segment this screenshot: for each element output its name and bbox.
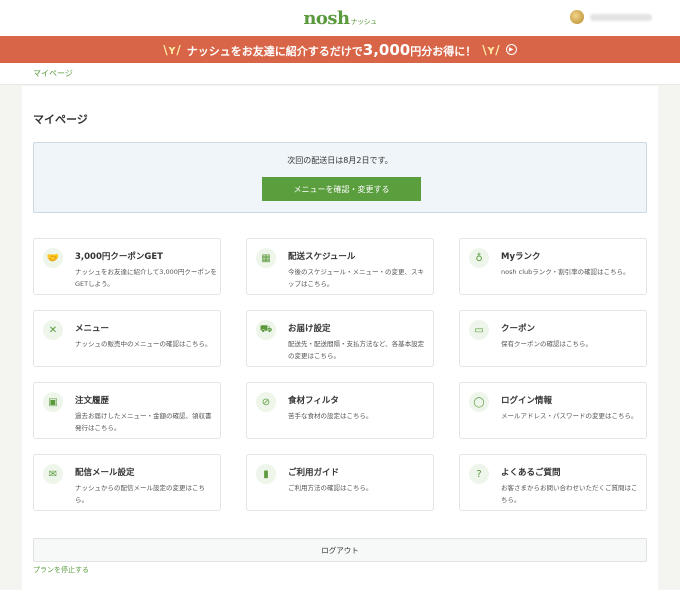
breadcrumb: マイページ (0, 63, 680, 85)
menu-card-4[interactable]: ✕ メニューナッシュの販売中のメニューの確認はこちら。 (33, 310, 221, 367)
menu-card-description: 配送先・配送間隔・支払方法など、各基本設定の変更はこちら。 (288, 340, 425, 360)
utensils-icon: ✕ (43, 320, 63, 340)
menu-card-title: 配送スケジュール (288, 252, 356, 262)
next-delivery-panel: 次回の配送日は8月2日です。 メニューを確認・変更する (33, 142, 647, 213)
box-icon: ▣ (43, 392, 63, 412)
menu-card-description: nosh clubランク・割引率の確認はこちら。 (501, 268, 630, 276)
ticket-icon: ▭ (469, 320, 489, 340)
site-header: noshナッシュ (0, 0, 680, 36)
logout-button[interactable]: ログアウト (33, 538, 647, 562)
menu-card-description: 苦手な食材の設定はこちら。 (288, 412, 373, 420)
nosh-logo[interactable]: noshナッシュ (303, 8, 377, 29)
celebrating-person-icon: \ʏ/ (163, 42, 181, 57)
menu-card-description: お客さまからお問い合わせいただくご質問はこちら。 (501, 484, 638, 504)
stop-plan-link[interactable]: プランを停止する (33, 565, 89, 575)
menu-card-8[interactable]: ⊘ 食材フィルタ苦手な食材の設定はこちら。 (246, 382, 434, 439)
menu-card-description: ナッシュをお友達に紹介して3,000円クーポンをGETしよう。 (75, 268, 217, 288)
handshake-icon: 🤝 (43, 248, 63, 268)
menu-card-description: ご利用方法の確認はこちら。 (288, 484, 373, 492)
user-icon: ◯ (469, 392, 489, 412)
menu-card-title: ご利用ガイド (288, 468, 340, 478)
menu-card-description: ナッシュからの配信メール設定の変更はこちら。 (75, 484, 205, 504)
next-delivery-date: 次回の配送日は8月2日です。 (287, 156, 393, 165)
menu-card-title: よくあるご質問 (501, 468, 561, 478)
question-icon: ? (469, 464, 489, 484)
celebrating-person-icon-right: \ʏ/ (482, 42, 500, 57)
user-menu[interactable] (570, 10, 652, 24)
menu-card-2[interactable]: ▦ 配送スケジュール今後のスケジュール・メニュー・の変更、スキップはこちら。 (246, 238, 434, 295)
mail-icon: ✉ (43, 464, 63, 484)
menu-card-1[interactable]: 🤝 3,000円クーポンGET ナッシュをお友達に紹介して3,000円クーポンをGE… (33, 238, 221, 295)
referral-banner[interactable]: \ʏ/ ナッシュをお友達に紹介するだけで3,000円分お得に！ \ʏ/ ▶ (0, 36, 680, 63)
breadcrumb-mypage[interactable]: マイページ (33, 68, 73, 79)
menu-card-title: クーポン (501, 324, 536, 334)
menu-card-description: メールアドレス・パスワードの変更はこちら。 (501, 412, 638, 420)
menu-card-12[interactable]: ? よくあるご質問お客さまからお問い合わせいただくご質問はこちら。 (459, 454, 647, 511)
arrow-circle-icon[interactable]: ▶ (505, 44, 517, 55)
menu-card-7[interactable]: ▣ 注文履歴過去お届けしたメニュー・金額の確認、領収書発行はこちら。 (33, 382, 221, 439)
medal-icon: ♁ (469, 248, 489, 268)
menu-card-title: 3,000円クーポンGET (75, 252, 163, 262)
truck-icon: ⛟ (256, 320, 276, 340)
check-menu-button[interactable]: メニューを確認・変更する (262, 177, 421, 201)
menu-card-title: 配信メール設定 (75, 468, 135, 478)
menu-card-10[interactable]: ✉ 配信メール設定ナッシュからの配信メール設定の変更はこちら。 (33, 454, 221, 511)
menu-card-description: 保有クーポンの確認はこちら。 (501, 340, 592, 348)
menu-card-title: お届け設定 (288, 324, 331, 334)
menu-card-title: Myランク (501, 252, 541, 262)
page-title: マイページ (33, 113, 88, 126)
menu-card-title: メニュー (75, 324, 110, 334)
menu-card-9[interactable]: ◯ ログイン情報メールアドレス・パスワードの変更はこちら。 (459, 382, 647, 439)
menu-card-description: 今後のスケジュール・メニュー・の変更、スキップはこちら。 (288, 268, 425, 288)
username-blurred[interactable] (590, 13, 652, 21)
calendar-icon: ▦ (256, 248, 276, 268)
menu-card-6[interactable]: ▭ クーポン保有クーポンの確認はこちら。 (459, 310, 647, 367)
menu-card-title: 注文履歴 (75, 396, 110, 406)
menu-card-3[interactable]: ♁ Myランク nosh clubランク・割引率の確認はこちら。 (459, 238, 647, 295)
avatar[interactable] (570, 10, 584, 24)
menu-card-description: ナッシュの販売中のメニューの確認はこちら。 (75, 340, 212, 348)
menu-card-title: 食材フィルタ (288, 396, 339, 406)
mypage-content: マイページ 次回の配送日は8月2日です。 メニューを確認・変更する 🤝 3,000… (22, 86, 658, 590)
menu-card-5[interactable]: ⛟ お届け設定配送先・配送間隔・支払方法など、各基本設定の変更はこちら。 (246, 310, 434, 367)
banner-text: ナッシュをお友達に紹介するだけで3,000円分お得に！ (186, 40, 477, 59)
guide-icon: ▮ (256, 464, 276, 484)
filter-icon: ⊘ (256, 392, 276, 412)
menu-card-title: ログイン情報 (501, 396, 553, 406)
menu-card-11[interactable]: ▮ ご利用ガイドご利用方法の確認はこちら。 (246, 454, 434, 511)
menu-card-description: 過去お届けしたメニュー・金額の確認、領収書発行はこちら。 (75, 412, 212, 432)
